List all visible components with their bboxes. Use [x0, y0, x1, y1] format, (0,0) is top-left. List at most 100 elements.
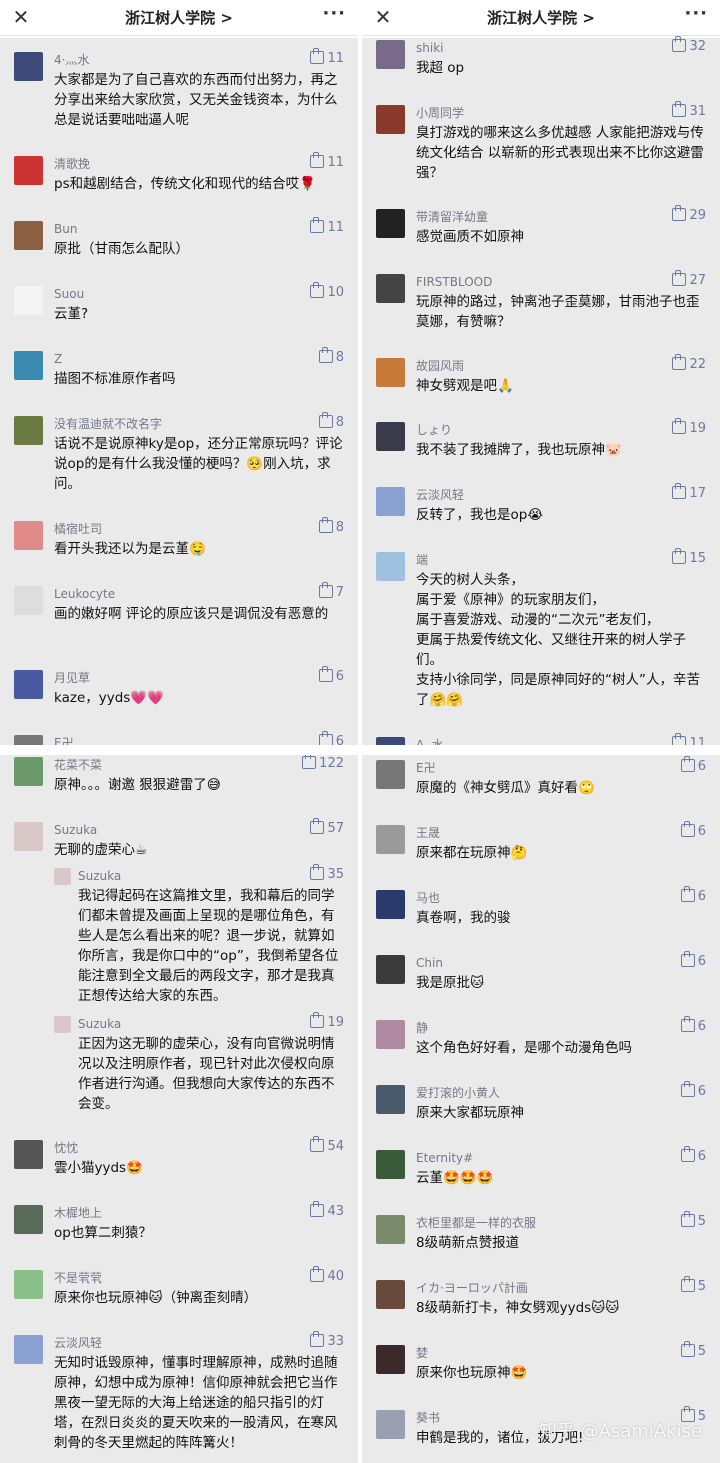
avatar[interactable] [376, 1345, 405, 1374]
comment-author[interactable]: 花菜不菜 [54, 757, 102, 773]
avatar[interactable] [376, 40, 405, 69]
comment-author[interactable]: 忱忱 [54, 1140, 78, 1156]
comment-author[interactable]: Suzuka [78, 1016, 121, 1032]
like-button[interactable]: 11 [310, 48, 344, 66]
like-button[interactable]: 11 [310, 217, 344, 235]
comment-author[interactable]: Leukocyte [54, 586, 115, 602]
avatar[interactable] [14, 1270, 43, 1299]
avatar[interactable] [14, 1205, 43, 1234]
comment-author[interactable]: Z [54, 351, 62, 367]
comment-author[interactable]: イカ·ヨーロッパ計画 [416, 1280, 528, 1296]
comment-author[interactable]: しょり [416, 422, 452, 438]
like-button[interactable]: 11 [672, 733, 706, 745]
like-button[interactable]: 22 [672, 354, 706, 372]
like-button[interactable]: 40 [310, 1266, 344, 1284]
like-button[interactable]: 6 [680, 1016, 706, 1034]
like-button[interactable]: 15 [672, 548, 706, 566]
avatar[interactable] [376, 274, 405, 303]
comment-author[interactable]: Suzuka [54, 822, 97, 838]
like-button[interactable]: 32 [672, 36, 706, 54]
comment-author[interactable]: 不是茕茕 [54, 1270, 102, 1286]
comment-author[interactable]: 衣柜里都是一样的衣服 [416, 1215, 536, 1231]
close-icon[interactable]: ✕ [10, 6, 32, 28]
like-button[interactable]: 8 [318, 517, 344, 535]
avatar[interactable] [376, 1150, 405, 1179]
comment-author[interactable]: 端 [416, 552, 428, 568]
avatar[interactable] [14, 221, 43, 250]
comment-author[interactable]: Bun [54, 221, 77, 237]
avatar[interactable] [376, 552, 405, 581]
avatar[interactable] [376, 760, 405, 789]
avatar[interactable] [376, 422, 405, 451]
comment-author[interactable]: 故园风雨 [416, 358, 464, 374]
avatar[interactable] [376, 1020, 405, 1049]
avatar[interactable] [14, 735, 43, 745]
like-button[interactable]: 7 [318, 582, 344, 600]
avatar[interactable] [376, 358, 405, 387]
avatar[interactable] [14, 521, 43, 550]
like-button[interactable]: 6 [680, 886, 706, 904]
like-button[interactable]: 57 [310, 818, 344, 836]
avatar[interactable] [376, 1215, 405, 1244]
like-button[interactable]: 6 [680, 756, 706, 774]
comment-author[interactable]: Suzuka [78, 868, 121, 884]
avatar[interactable] [14, 351, 43, 380]
comment-author[interactable]: Eternity# [416, 1150, 473, 1166]
comment-author[interactable]: Chin [416, 955, 443, 971]
page-title[interactable]: 浙江树人学院 > [362, 7, 720, 28]
avatar[interactable] [54, 1016, 71, 1033]
comment-author[interactable]: 葵书 [416, 1410, 440, 1426]
like-button[interactable]: 6 [318, 731, 344, 745]
like-button[interactable]: 6 [680, 1146, 706, 1164]
like-button[interactable]: 5 [680, 1211, 706, 1229]
avatar[interactable] [14, 757, 43, 786]
comment-author[interactable]: 木樨地上 [54, 1205, 102, 1221]
page-title[interactable]: 浙江树人学院 > [0, 7, 358, 28]
comment-author[interactable]: 清歌挽 [54, 156, 90, 172]
like-button[interactable]: 5 [680, 1341, 706, 1359]
avatar[interactable] [376, 1410, 405, 1439]
comment-author[interactable]: shiki [416, 40, 443, 56]
like-button[interactable]: 33 [310, 1331, 344, 1349]
comment-author[interactable]: 爱打滚的小黄人 [416, 1085, 500, 1101]
like-button[interactable]: 6 [680, 1081, 706, 1099]
avatar[interactable] [54, 868, 71, 885]
avatar[interactable] [376, 955, 405, 984]
avatar[interactable] [376, 209, 405, 238]
like-button[interactable]: 54 [310, 1136, 344, 1154]
comment-author[interactable]: 王晟 [416, 825, 440, 841]
avatar[interactable] [14, 1335, 43, 1364]
like-button[interactable]: 19 [310, 1012, 344, 1030]
comment-author[interactable]: 4·灬水 [54, 52, 89, 68]
comment-author[interactable]: 橘宿吐司 [54, 521, 102, 537]
like-button[interactable]: 6 [318, 666, 344, 684]
like-button[interactable]: 10 [310, 282, 344, 300]
avatar[interactable] [376, 487, 405, 516]
avatar[interactable] [376, 1085, 405, 1114]
like-button[interactable]: 6 [680, 951, 706, 969]
avatar[interactable] [14, 1140, 43, 1169]
comment-author[interactable]: E卍 [54, 735, 74, 745]
like-button[interactable]: 31 [672, 101, 706, 119]
avatar[interactable] [14, 670, 43, 699]
comment-author[interactable]: E卍 [416, 760, 436, 776]
like-button[interactable]: 5 [680, 1276, 706, 1294]
comment-author[interactable]: FIRSTBLOOD [416, 274, 492, 290]
comment-author[interactable]: 月见草 [54, 670, 90, 686]
avatar[interactable] [376, 105, 405, 134]
avatar[interactable] [14, 586, 43, 615]
avatar[interactable] [376, 1280, 405, 1309]
avatar[interactable] [14, 286, 43, 315]
more-icon[interactable]: ··· [684, 3, 708, 24]
like-button[interactable]: 35 [310, 864, 344, 882]
like-button[interactable]: 43 [310, 1201, 344, 1219]
avatar[interactable] [376, 737, 405, 745]
comment-author[interactable]: 没有温迪就不改名字 [54, 416, 162, 432]
more-icon[interactable]: ··· [322, 3, 346, 24]
avatar[interactable] [14, 52, 43, 81]
like-button[interactable]: 11 [310, 152, 344, 170]
like-button[interactable]: 27 [672, 270, 706, 288]
comment-author[interactable]: 云淡风轻 [54, 1335, 102, 1351]
comment-author[interactable]: 静 [416, 1020, 428, 1036]
like-button[interactable]: 6 [680, 821, 706, 839]
